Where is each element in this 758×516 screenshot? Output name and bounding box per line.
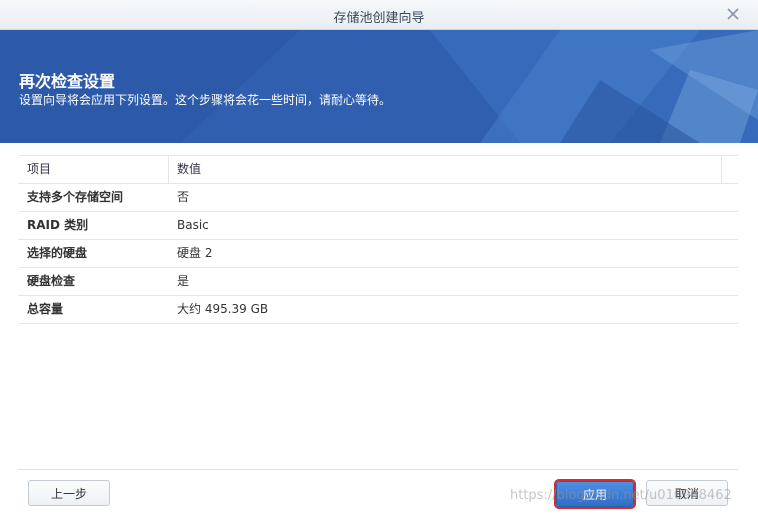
row-key: 硬盘检查 xyxy=(27,274,76,288)
table-row: 支持多个存储空间 否 xyxy=(18,184,738,212)
row-value: 硬盘 2 xyxy=(177,246,213,260)
row-key: RAID 类别 xyxy=(27,218,89,232)
row-key: 选择的硬盘 xyxy=(27,246,88,260)
footer-divider xyxy=(18,469,738,470)
row-value: 否 xyxy=(177,190,190,204)
table-header: 项目 数值 xyxy=(18,156,738,184)
previous-button[interactable]: 上一步 xyxy=(28,480,110,506)
row-key: 支持多个存储空间 xyxy=(27,190,124,204)
column-divider xyxy=(168,156,169,183)
banner-subtitle: 设置向导将会应用下列设置。这个步骤将会花一些时间，请耐心等待。 xyxy=(19,93,392,107)
table-row: 选择的硬盘 硬盘 2 xyxy=(18,240,738,268)
wizard-banner: 再次检查设置 设置向导将会应用下列设置。这个步骤将会花一些时间，请耐心等待。 xyxy=(0,30,758,143)
row-value: Basic xyxy=(177,218,209,232)
banner-heading: 再次检查设置 xyxy=(19,72,116,91)
row-value: 大约 495.39 GB xyxy=(177,302,269,316)
window-title: 存储池创建向导 xyxy=(333,11,425,26)
table-row: RAID 类别 Basic xyxy=(18,212,738,240)
close-icon[interactable] xyxy=(724,5,742,23)
apply-button[interactable]: 应用 xyxy=(554,479,636,509)
settings-table: 项目 数值 支持多个存储空间 否 RAID 类别 Basic 选择的硬盘 硬盘 … xyxy=(18,155,738,324)
table-row: 总容量 大约 495.39 GB xyxy=(18,296,738,324)
column-divider xyxy=(721,156,722,183)
row-value: 是 xyxy=(177,274,190,288)
table-row: 硬盘检查 是 xyxy=(18,268,738,296)
cancel-button[interactable]: 取消 xyxy=(646,480,728,506)
column-header-value[interactable]: 数值 xyxy=(177,156,201,183)
row-key: 总容量 xyxy=(27,302,64,316)
column-header-item[interactable]: 项目 xyxy=(27,156,51,183)
window-titlebar: 存储池创建向导 xyxy=(0,0,758,30)
